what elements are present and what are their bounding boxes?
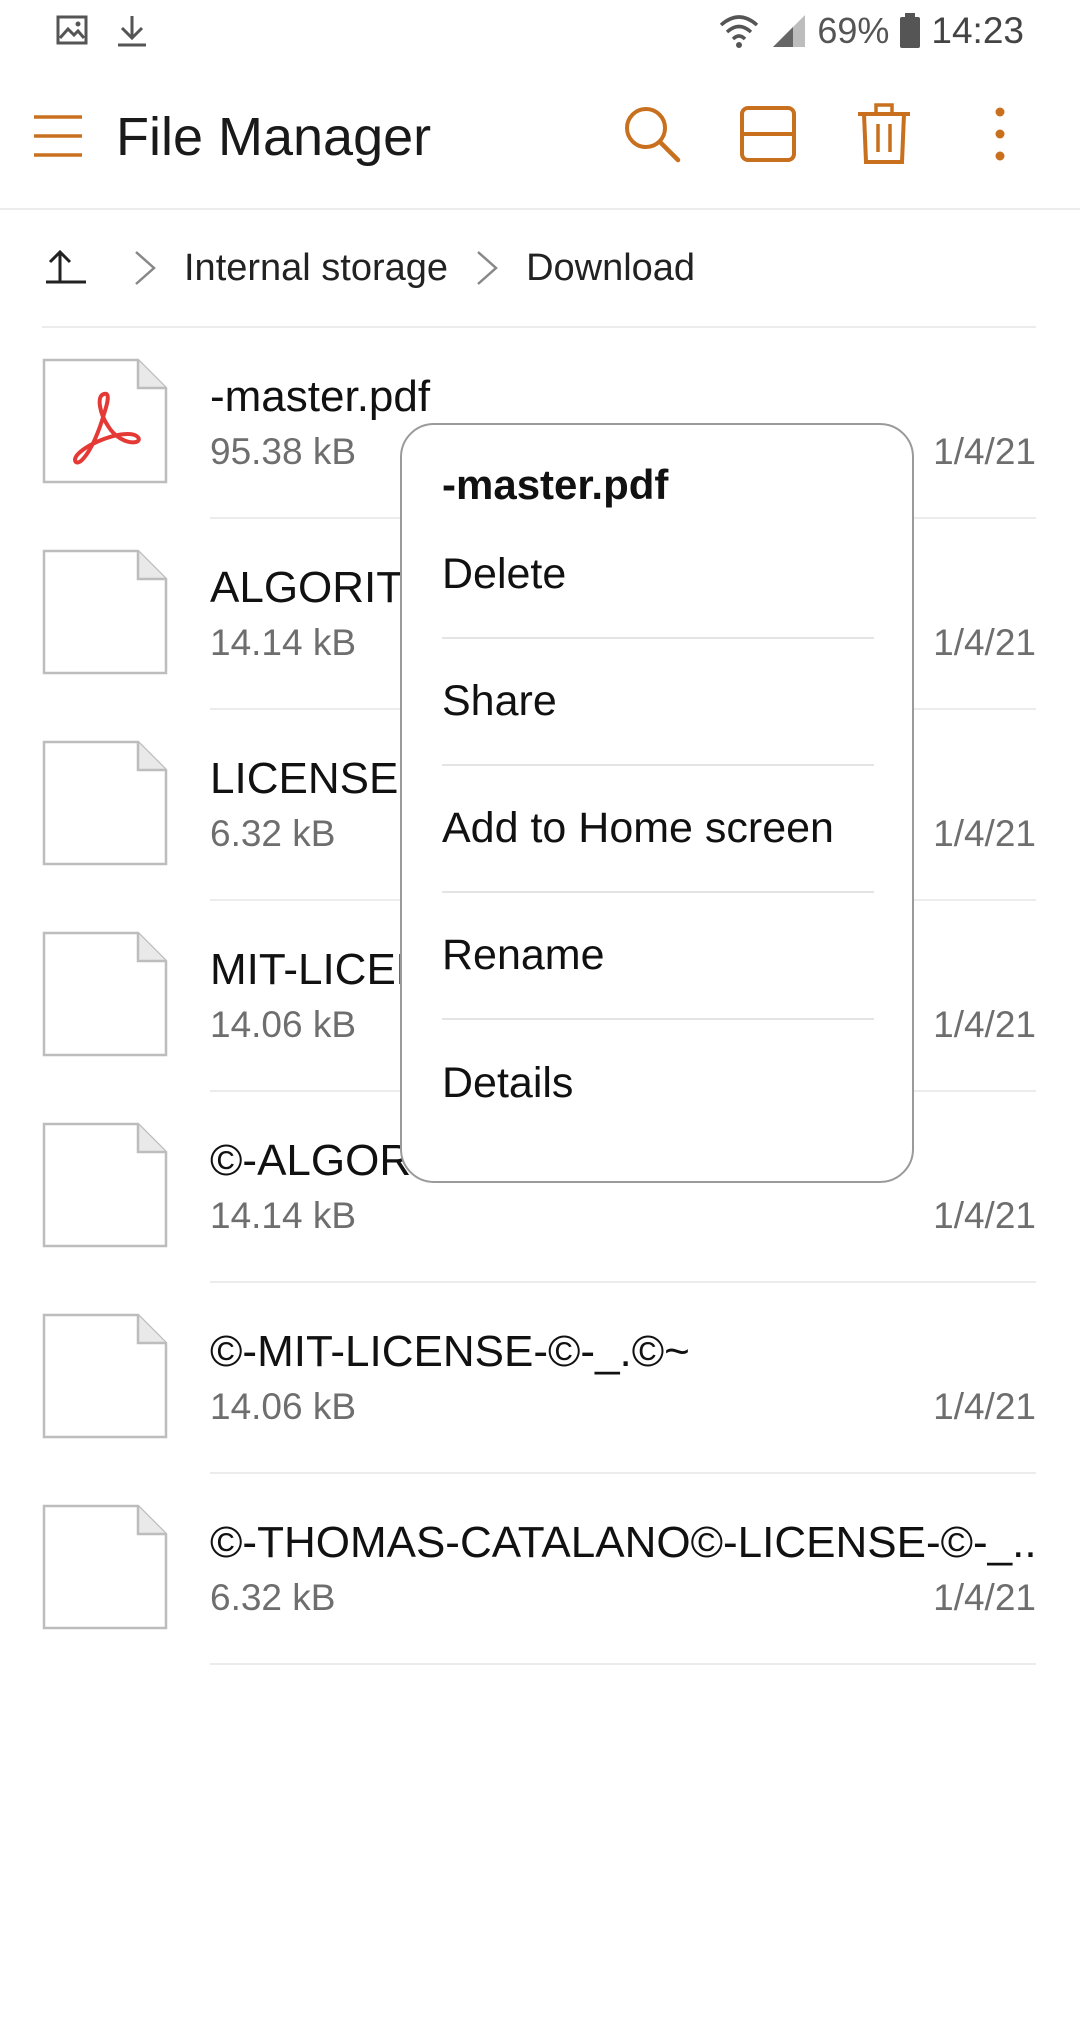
screen: 69% 14:23 File Manager Internal storage … xyxy=(0,0,1080,2034)
file-size: 6.32 kB xyxy=(210,813,336,854)
breadcrumb-item-internal-storage[interactable]: Internal storage xyxy=(184,247,448,290)
file-date: 1/4/21 xyxy=(933,431,1036,472)
generic-file-icon xyxy=(42,931,168,1057)
image-notification-icon xyxy=(56,15,88,45)
generic-file-icon xyxy=(42,549,168,675)
battery-icon xyxy=(900,13,921,48)
file-row[interactable]: ©-THOMAS-CATALANO©-LICENSE-©-_.. 6.32 kB… xyxy=(0,1474,1080,1665)
file-date: 1/4/21 xyxy=(933,622,1036,663)
menu-item-details[interactable]: Details xyxy=(442,1020,874,1147)
file-size: 14.06 kB xyxy=(210,1386,357,1427)
view-layout-icon[interactable] xyxy=(736,102,800,166)
notification-icons xyxy=(56,14,148,48)
file-size: 95.38 kB xyxy=(210,431,357,472)
file-date: 1/4/21 xyxy=(933,1577,1036,1618)
generic-file-icon xyxy=(42,1313,168,1439)
app-title: File Manager xyxy=(116,107,432,167)
menu-item-add-to-home-screen[interactable]: Add to Home screen xyxy=(442,766,874,893)
file-name: ©-THOMAS-CATALANO©-LICENSE-©-_.. xyxy=(210,1518,1037,1567)
file-size: 14.14 kB xyxy=(210,1195,357,1236)
file-date: 1/4/21 xyxy=(933,813,1036,854)
context-menu: -master.pdf Delete Share Add to Home scr… xyxy=(400,423,914,1183)
wifi-icon xyxy=(720,15,759,48)
file-size: 6.32 kB xyxy=(210,1577,336,1618)
app-bar: File Manager xyxy=(0,66,1080,210)
file-size: 14.14 kB xyxy=(210,622,357,663)
file-name: ©-MIT-LICENSE-©-_.©~ xyxy=(210,1327,690,1376)
chevron-right-icon xyxy=(135,251,156,285)
status-bar: 69% 14:23 xyxy=(0,0,1080,66)
navigate-up-icon[interactable] xyxy=(42,244,90,292)
hamburger-menu-icon[interactable] xyxy=(30,111,86,161)
divider xyxy=(210,1663,1036,1665)
file-date: 1/4/21 xyxy=(933,1195,1036,1236)
breadcrumb: Internal storage Download xyxy=(42,210,1036,328)
signal-icon xyxy=(773,15,806,47)
file-row[interactable]: ©-MIT-LICENSE-©-_.©~ 14.06 kB 1/4/21 xyxy=(0,1283,1080,1474)
pdf-file-icon xyxy=(42,358,168,484)
search-icon[interactable] xyxy=(620,102,684,166)
menu-item-delete[interactable]: Delete xyxy=(442,512,874,639)
context-menu-title: -master.pdf xyxy=(442,461,669,508)
generic-file-icon xyxy=(42,1122,168,1248)
file-date: 1/4/21 xyxy=(933,1386,1036,1427)
chevron-right-icon xyxy=(477,251,498,285)
clock: 14:23 xyxy=(931,10,1024,51)
battery-percent: 69% xyxy=(817,10,890,51)
file-name: -master.pdf xyxy=(210,372,431,421)
file-size: 14.06 kB xyxy=(210,1004,357,1045)
menu-item-share[interactable]: Share xyxy=(442,639,874,766)
delete-icon[interactable] xyxy=(852,102,916,166)
breadcrumb-item-download[interactable]: Download xyxy=(526,247,695,290)
status-indicators: 69% 14:23 xyxy=(717,10,1024,52)
download-notification-icon xyxy=(118,16,146,47)
file-date: 1/4/21 xyxy=(933,1004,1036,1045)
generic-file-icon xyxy=(42,1504,168,1630)
more-options-icon[interactable] xyxy=(968,102,1032,166)
menu-item-rename[interactable]: Rename xyxy=(442,893,874,1020)
generic-file-icon xyxy=(42,740,168,866)
